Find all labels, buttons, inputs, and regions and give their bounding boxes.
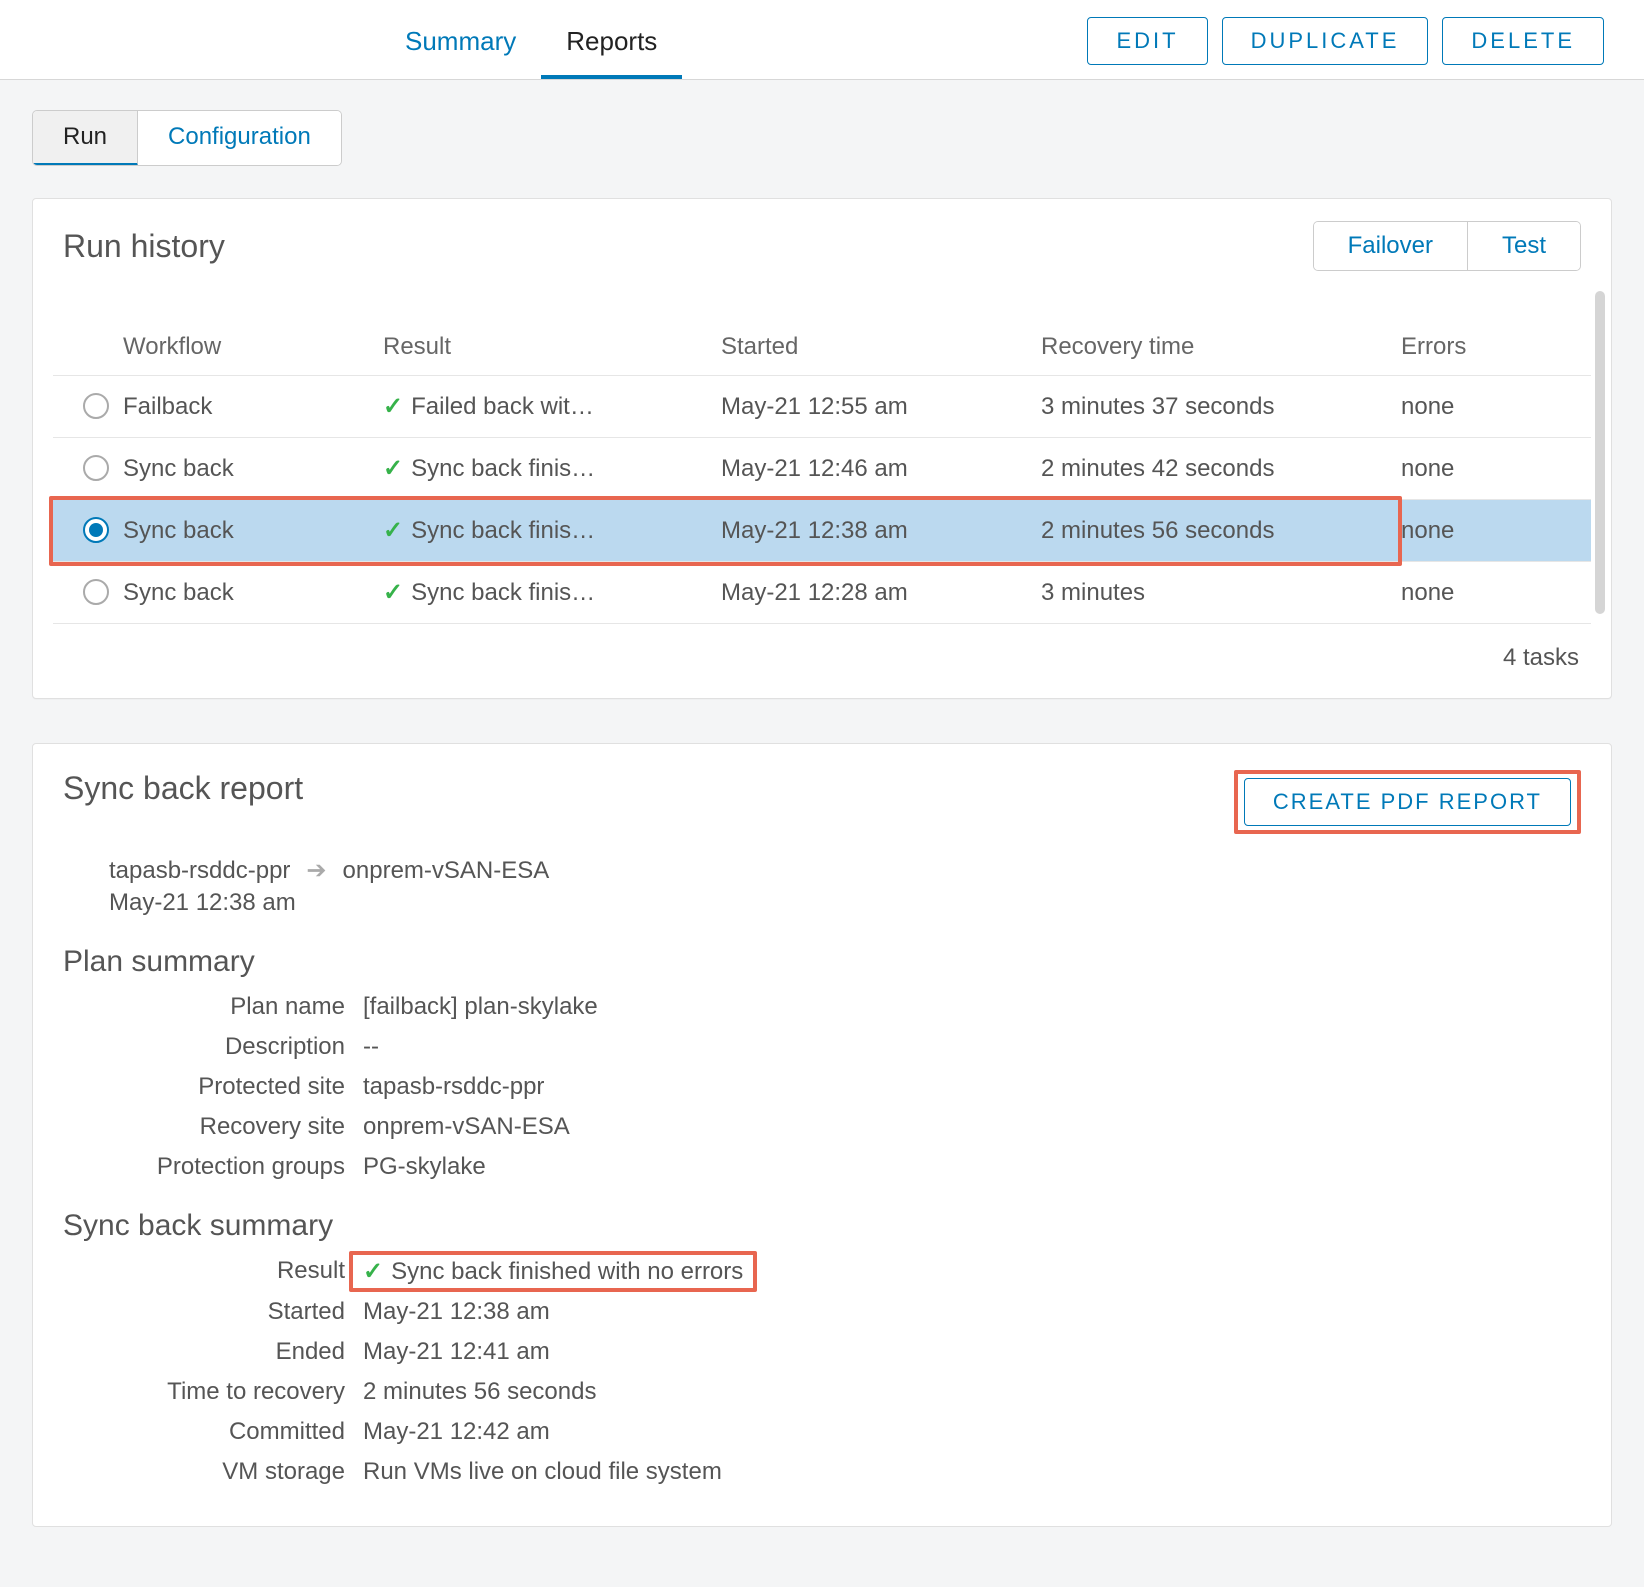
ttr-label: Time to recovery	[63, 1378, 363, 1406]
plan-summary-title: Plan summary	[63, 945, 1581, 979]
segmented-control: Failover Test	[1313, 221, 1581, 271]
col-workflow: Workflow	[53, 319, 373, 376]
committed-value: May-21 12:42 am	[363, 1418, 1581, 1446]
result-label: Result	[63, 1257, 363, 1286]
ended-value: May-21 12:41 am	[363, 1338, 1581, 1366]
recovery-cell: 3 minutes	[1031, 562, 1391, 624]
started-cell: May-21 12:46 am	[711, 438, 1031, 500]
protected-site-label: Protected site	[63, 1073, 363, 1101]
errors-cell: none	[1391, 376, 1591, 438]
tab-summary[interactable]: Summary	[380, 26, 541, 79]
vm-storage-label: VM storage	[63, 1458, 363, 1486]
result-cell: Failed back wit…	[411, 393, 594, 420]
ttr-value: 2 minutes 56 seconds	[363, 1378, 1581, 1406]
ended-label: Ended	[63, 1338, 363, 1366]
protection-groups-label: Protection groups	[63, 1153, 363, 1181]
run-history-title: Run history	[63, 228, 225, 265]
started-cell: May-21 12:55 am	[711, 376, 1031, 438]
check-icon: ✓	[363, 1257, 383, 1286]
recovery-cell: 3 minutes 37 seconds	[1031, 376, 1391, 438]
col-recovery: Recovery time	[1031, 319, 1391, 376]
table-row[interactable]: Sync back ✓ Sync back finis… May-21 12:28 a…	[53, 562, 1591, 624]
col-errors: Errors	[1391, 319, 1591, 376]
recovery-cell: 2 minutes 42 seconds	[1031, 438, 1391, 500]
recovery-cell: 2 minutes 56 seconds	[1031, 500, 1391, 562]
errors-cell: none	[1391, 500, 1591, 562]
check-icon: ✓	[383, 393, 403, 420]
recovery-site-value: onprem-vSAN-ESA	[363, 1113, 1581, 1141]
arrow-right-icon: ➔	[306, 856, 326, 885]
delete-button[interactable]: DELETE	[1442, 17, 1604, 65]
sync-back-summary-title: Sync back summary	[63, 1209, 1581, 1243]
radio-icon[interactable]	[83, 393, 109, 419]
plan-name-label: Plan name	[63, 993, 363, 1021]
description-value: --	[363, 1033, 1581, 1061]
sub-tabs: Run Configuration	[32, 110, 342, 166]
started-cell: May-21 12:28 am	[711, 562, 1031, 624]
errors-cell: none	[1391, 438, 1591, 500]
top-actions: EDIT DUPLICATE DELETE	[1087, 17, 1604, 79]
tab-reports[interactable]: Reports	[541, 26, 682, 79]
result-cell: Sync back finis…	[411, 579, 595, 606]
report-source: tapasb-rsddc-ppr	[109, 857, 290, 885]
subtab-run[interactable]: Run	[33, 111, 138, 166]
top-tabs: Summary Reports	[380, 26, 682, 79]
workflow-cell: Sync back	[123, 455, 234, 482]
started-cell: May-21 12:38 am	[711, 500, 1031, 562]
started-value: May-21 12:38 am	[363, 1298, 1581, 1326]
result-value: Sync back finished with no errors	[391, 1258, 743, 1286]
run-history-table: Workflow Result Started Recovery time Er…	[53, 319, 1591, 624]
check-icon: ✓	[383, 579, 403, 606]
plan-name-value: [failback] plan-skylake	[363, 993, 1581, 1021]
table-row[interactable]: Sync back ✓ Sync back finis… May-21 12:38 a…	[53, 500, 1591, 562]
report-panel: Sync back report CREATE PDF REPORT tapas…	[32, 743, 1612, 1527]
radio-icon[interactable]	[83, 517, 109, 543]
workflow-cell: Sync back	[123, 517, 234, 544]
report-timestamp: May-21 12:38 am	[109, 889, 1581, 917]
errors-cell: none	[1391, 562, 1591, 624]
duplicate-button[interactable]: DUPLICATE	[1222, 17, 1429, 65]
edit-button[interactable]: EDIT	[1087, 17, 1207, 65]
recovery-site-label: Recovery site	[63, 1113, 363, 1141]
description-label: Description	[63, 1033, 363, 1061]
protection-groups-value: PG-skylake	[363, 1153, 1581, 1181]
radio-icon[interactable]	[83, 579, 109, 605]
run-history-panel: Run history Failover Test Workflow Resul…	[32, 198, 1612, 699]
col-started: Started	[711, 319, 1031, 376]
create-pdf-report-button[interactable]: CREATE PDF REPORT	[1244, 778, 1571, 826]
result-cell: Sync back finis…	[411, 455, 595, 482]
workflow-cell: Sync back	[123, 579, 234, 606]
radio-icon[interactable]	[83, 455, 109, 481]
protected-site-value: tapasb-rsddc-ppr	[363, 1073, 1581, 1101]
segment-test[interactable]: Test	[1468, 222, 1580, 270]
subtab-configuration[interactable]: Configuration	[138, 111, 341, 165]
segment-failover[interactable]: Failover	[1314, 222, 1468, 270]
result-cell: Sync back finis…	[411, 517, 595, 544]
report-dest: onprem-vSAN-ESA	[343, 857, 550, 885]
check-icon: ✓	[383, 455, 403, 482]
tasks-footer: 4 tasks	[33, 624, 1611, 698]
table-row[interactable]: Failback ✓ Failed back wit… May-21 12:55 am…	[53, 376, 1591, 438]
topbar: Summary Reports EDIT DUPLICATE DELETE	[0, 0, 1644, 80]
table-row[interactable]: Sync back ✓ Sync back finis… May-21 12:46 a…	[53, 438, 1591, 500]
report-title: Sync back report	[63, 770, 303, 807]
committed-label: Committed	[63, 1418, 363, 1446]
vm-storage-value: Run VMs live on cloud file system	[363, 1458, 1581, 1486]
check-icon: ✓	[383, 517, 403, 544]
col-result: Result	[373, 319, 711, 376]
workflow-cell: Failback	[123, 393, 212, 420]
scrollbar[interactable]	[1595, 291, 1605, 614]
started-label: Started	[63, 1298, 363, 1326]
